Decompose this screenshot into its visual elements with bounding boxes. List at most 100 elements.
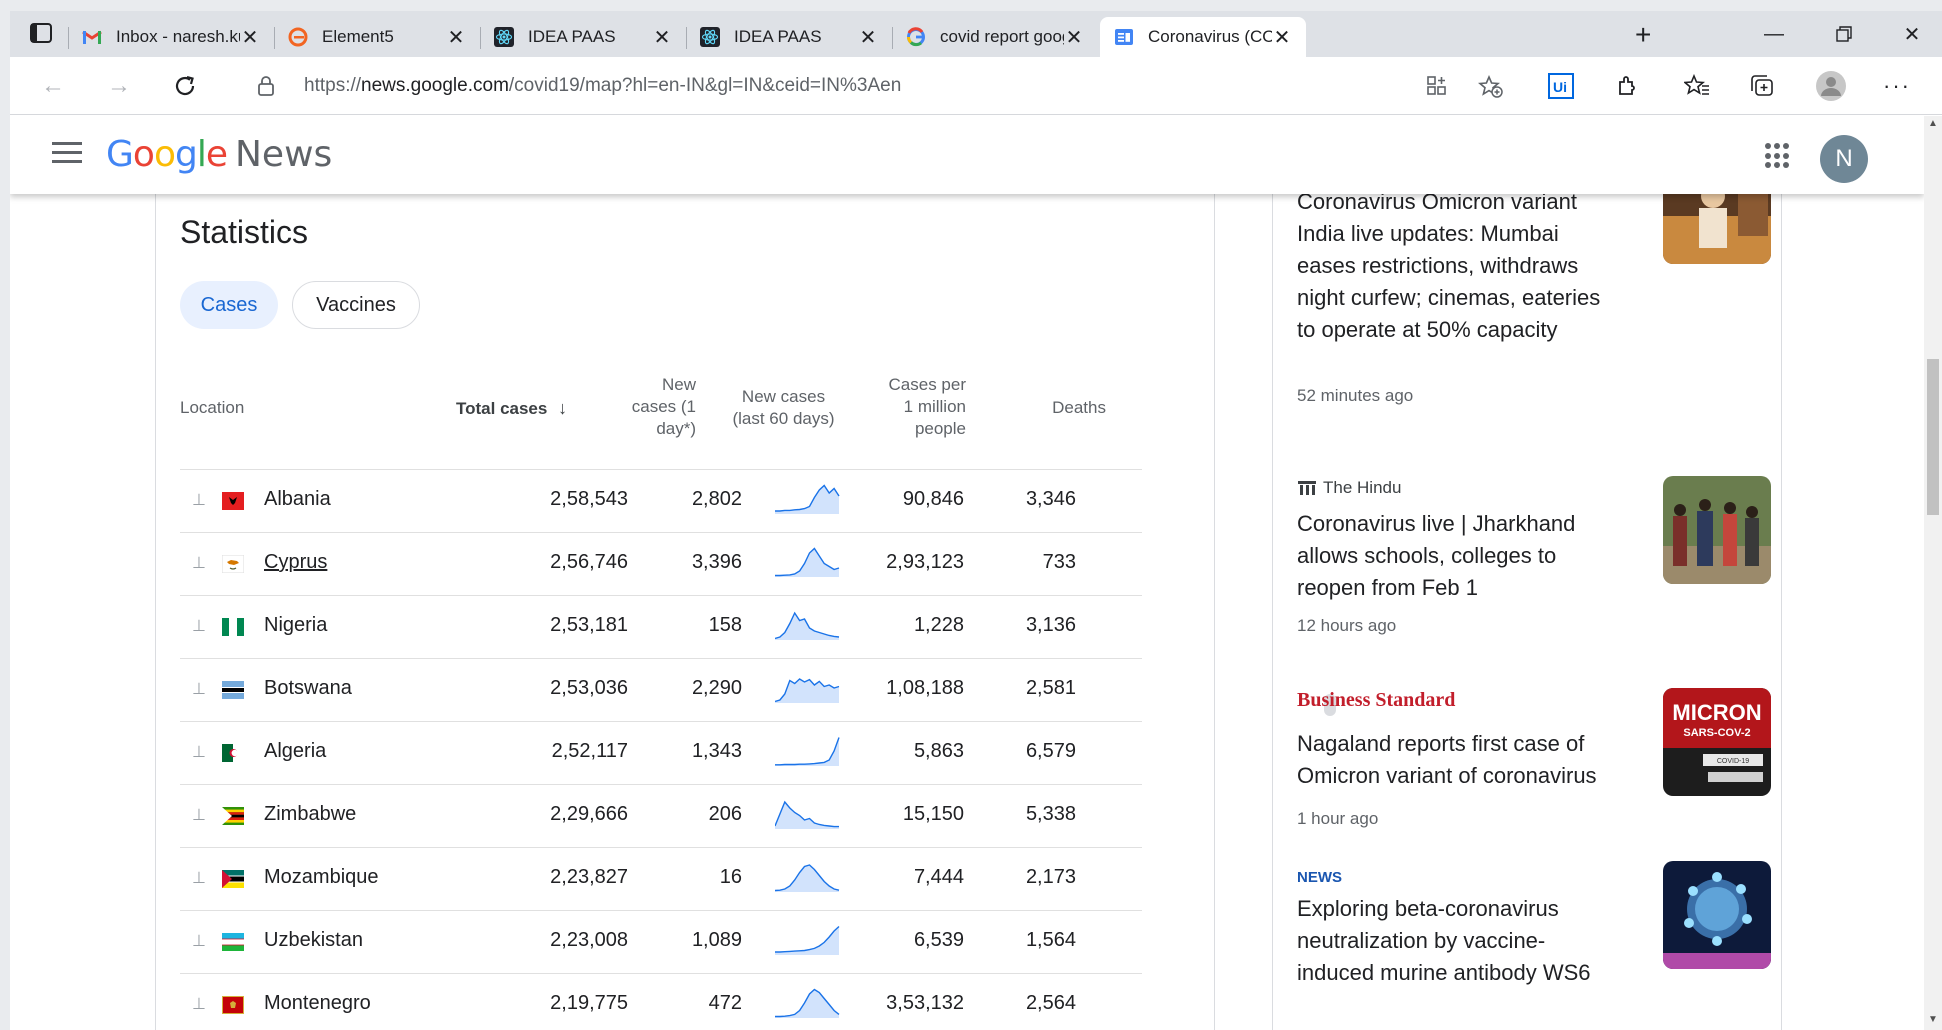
extensions-icon[interactable] [1612, 71, 1642, 101]
lock-icon[interactable] [258, 76, 274, 101]
column-total-cases[interactable]: Total cases ↓ [456, 397, 567, 420]
tab-actions-icon[interactable] [30, 23, 54, 45]
thumbnail-text: SARS-COV-2 [1683, 727, 1750, 739]
table-row[interactable]: ⊥ Montenegro 2,19,775 472 3,53,132 2,564 [180, 973, 1142, 1030]
column-deaths[interactable]: Deaths [1016, 397, 1106, 419]
story-headline[interactable]: Coronavirus live | Jharkhand allows scho… [1297, 508, 1627, 604]
table-row[interactable]: ⊥ Cyprus 2,56,746 3,396 2,93,123 733 [180, 532, 1142, 595]
table-row[interactable]: ⊥ Mozambique 2,23,827 16 7,444 2,173 [180, 847, 1142, 910]
collections-icon[interactable] [1748, 71, 1778, 101]
tab-google-search[interactable]: covid report google ✕ [892, 17, 1098, 57]
uipath-extension-icon[interactable]: Ui [1546, 71, 1576, 101]
thumbnail-text: MICRON [1672, 700, 1761, 725]
flag-icon [221, 554, 245, 574]
story-source[interactable]: The Hindu [1297, 478, 1401, 498]
minimize-button[interactable]: — [1746, 19, 1802, 49]
address-bar[interactable]: https://news.google.com/covid19/map?hl=e… [228, 63, 1518, 109]
pin-icon[interactable]: ⊥ [192, 742, 206, 762]
pin-icon[interactable]: ⊥ [192, 994, 206, 1014]
country-name[interactable]: Albania [264, 488, 331, 511]
back-button[interactable]: ← [36, 69, 70, 103]
country-name[interactable]: Uzbekistan [264, 929, 363, 952]
table-row[interactable]: ⊥ Albania 2,58,543 2,802 90,846 3,346 [180, 469, 1142, 532]
story-thumbnail[interactable]: MICRON SARS-COV-2 COVID-19 [1663, 688, 1771, 796]
close-tab-icon[interactable]: ✕ [446, 25, 466, 50]
pin-icon[interactable]: ⊥ [192, 805, 206, 825]
story-headline[interactable]: Exploring beta-coronavirus neutralizatio… [1297, 893, 1627, 989]
pin-icon[interactable]: ⊥ [192, 490, 206, 510]
column-cases-per-million[interactable]: Cases per 1 million people [861, 374, 966, 440]
total-cases-cell: 2,29,666 [550, 803, 628, 825]
pin-icon[interactable]: ⊥ [192, 931, 206, 951]
close-window-button[interactable]: ✕ [1884, 19, 1940, 49]
close-tab-icon[interactable]: ✕ [858, 25, 878, 50]
news-story[interactable]: Business Standard Nagaland reports first… [1297, 661, 1771, 861]
close-tab-icon[interactable]: ✕ [1064, 25, 1084, 50]
refresh-button[interactable] [168, 69, 202, 103]
country-name[interactable]: Botswana [264, 677, 352, 700]
column-new-cases[interactable]: New cases (1 day*) [596, 374, 696, 440]
new-tab-button[interactable]: + [1635, 21, 1651, 49]
news-story[interactable]: The Hindu Coronavirus live | Jharkhand a… [1297, 436, 1771, 666]
add-favorite-icon[interactable] [1477, 74, 1504, 104]
close-tab-icon[interactable]: ✕ [1272, 25, 1292, 50]
story-source[interactable]: Business Standard [1297, 689, 1455, 712]
account-avatar[interactable]: N [1820, 135, 1868, 183]
statistics-title: Statistics [180, 214, 309, 250]
scroll-down-arrow-icon[interactable]: ▼ [1928, 1014, 1938, 1025]
tab-gmail[interactable]: Inbox - naresh.kuma ✕ [68, 17, 274, 57]
cases-tab[interactable]: Cases [180, 281, 278, 329]
tab-google-news-covid[interactable]: Coronavirus (COVID ✕ [1100, 17, 1306, 57]
table-row[interactable]: ⊥ Botswana 2,53,036 2,290 1,08,188 2,581 [180, 658, 1142, 721]
country-name[interactable]: Montenegro [264, 992, 371, 1015]
pin-icon[interactable]: ⊥ [192, 679, 206, 699]
pin-icon[interactable]: ⊥ [192, 553, 206, 573]
trend-sparkline [775, 737, 840, 766]
story-source[interactable]: NEWS [1297, 869, 1342, 886]
pin-icon[interactable]: ⊥ [192, 616, 206, 636]
trend-sparkline [775, 678, 840, 703]
forward-button[interactable]: → [102, 69, 136, 103]
new-cases-cell: 472 [708, 992, 742, 1014]
story-thumbnail[interactable] [1663, 476, 1771, 584]
cases-per-million-cell: 6,539 [913, 929, 964, 951]
close-tab-icon[interactable]: ✕ [240, 25, 260, 50]
react-icon [494, 27, 514, 47]
flag-icon [222, 996, 244, 1014]
country-name[interactable]: Nigeria [264, 614, 327, 637]
scrollbar-thumb[interactable] [1927, 359, 1939, 515]
table-row[interactable]: ⊥ Nigeria 2,53,181 158 1,228 3,136 [180, 595, 1142, 658]
url-text[interactable]: https://news.google.com/covid19/map?hl=e… [304, 75, 901, 97]
logo-letter: l [196, 134, 207, 175]
deaths-cell: 1,564 [1025, 929, 1076, 951]
story-headline[interactable]: Coronavirus Omicron variant India live u… [1297, 186, 1627, 346]
table-row[interactable]: ⊥ Zimbabwe 2,29,666 206 15,150 5,338 [180, 784, 1142, 847]
news-story[interactable]: NEWS Exploring beta-coronavirus neutrali… [1297, 861, 1771, 1030]
sparkline-area [775, 802, 839, 829]
story-thumbnail[interactable] [1663, 861, 1771, 969]
table-row[interactable]: ⊥ Algeria 2,52,117 1,343 5,863 6,579 [180, 721, 1142, 784]
vaccines-tab[interactable]: Vaccines [292, 281, 420, 329]
country-name[interactable]: Zimbabwe [264, 803, 356, 826]
pin-icon[interactable]: ⊥ [192, 868, 206, 888]
country-name[interactable]: Cyprus [264, 551, 327, 574]
tab-idea-paas-1[interactable]: IDEA PAAS ✕ [480, 17, 686, 57]
google-news-logo[interactable]: Google News [106, 134, 332, 175]
column-location[interactable]: Location [180, 397, 244, 419]
google-apps-icon[interactable] [1765, 143, 1791, 169]
restore-button[interactable] [1816, 19, 1872, 49]
main-menu-icon[interactable] [52, 142, 82, 166]
table-row[interactable]: ⊥ Uzbekistan 2,23,008 1,089 6,539 1,564 [180, 910, 1142, 973]
scroll-up-arrow-icon[interactable]: ▲ [1928, 118, 1938, 129]
close-tab-icon[interactable]: ✕ [652, 25, 672, 50]
more-menu-icon[interactable]: ··· [1882, 71, 1912, 101]
page-scrollbar[interactable]: ▲ ▼ [1924, 116, 1942, 1030]
country-name[interactable]: Algeria [264, 740, 326, 763]
tab-element5[interactable]: Element5 ✕ [274, 17, 480, 57]
favorites-icon[interactable] [1682, 71, 1712, 101]
tab-idea-paas-2[interactable]: IDEA PAAS ✕ [686, 17, 892, 57]
story-headline[interactable]: Nagaland reports first case of Omicron v… [1297, 728, 1627, 792]
app-available-icon[interactable] [1426, 75, 1448, 102]
country-name[interactable]: Mozambique [264, 866, 379, 889]
profile-icon[interactable] [1816, 71, 1846, 101]
